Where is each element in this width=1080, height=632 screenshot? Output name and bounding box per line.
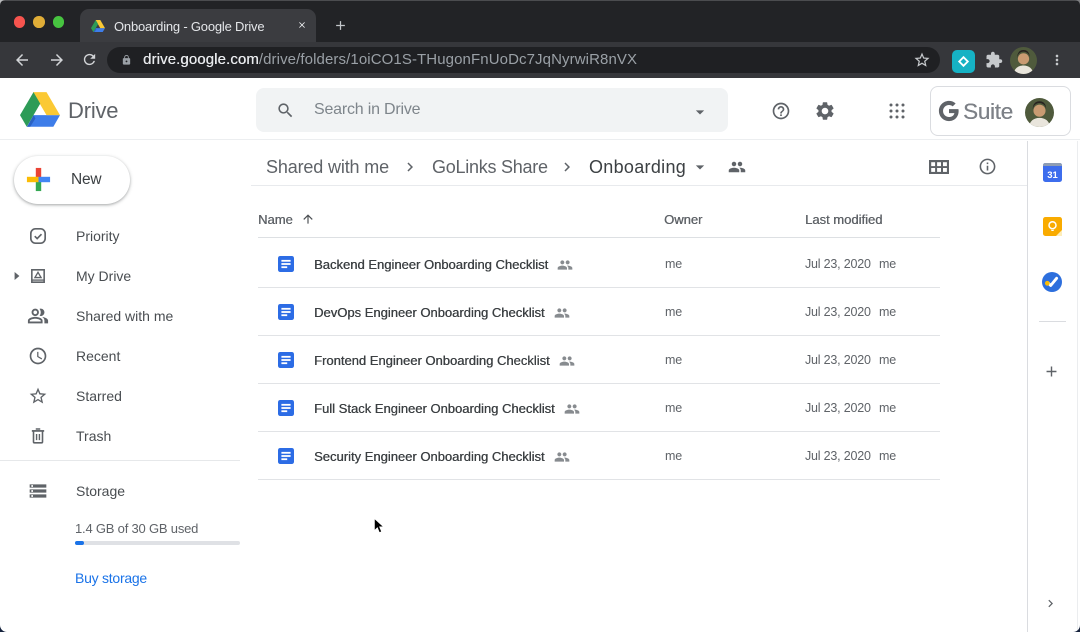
svg-text:31: 31 [1047, 170, 1058, 181]
